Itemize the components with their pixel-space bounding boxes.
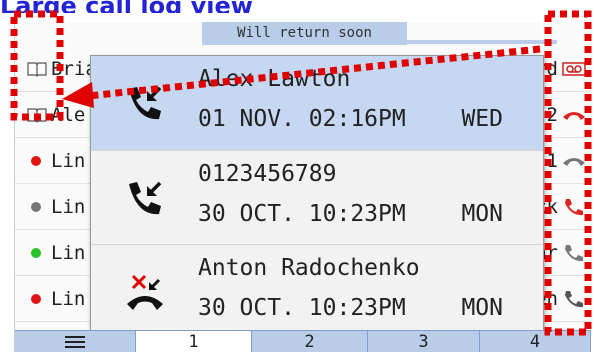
tab-3[interactable]: 3 [368, 331, 480, 352]
phone-hangup-icon [563, 158, 585, 166]
status-strip [407, 40, 557, 44]
tab-bar: 1 2 3 4 [15, 330, 591, 352]
line-label: Lin [51, 242, 86, 264]
phone-hangup-icon [563, 112, 585, 120]
call-log-entry[interactable]: 0123456789 30 OCT. 10:23PM MON [91, 150, 543, 245]
menu-icon [65, 336, 85, 348]
tab-menu[interactable] [15, 331, 136, 352]
book-icon [27, 62, 47, 77]
status-banner: Will return soon [202, 22, 407, 45]
status-dot [31, 156, 41, 166]
line-label: Lin [51, 150, 86, 172]
book-icon [27, 108, 47, 123]
call-log-popup: Alex Lawton 01 NOV. 02:16PM WED 01234567… [90, 55, 544, 339]
tab-2[interactable]: 2 [252, 331, 368, 352]
voicemail-icon [562, 62, 586, 76]
phone-icon [565, 291, 583, 308]
line-label: Lin [51, 196, 86, 218]
call-log-entry[interactable]: Alex Lawton 01 NOV. 02:16PM WED [91, 56, 543, 150]
phone-screen: Will return soon Brian Cook Record [14, 22, 591, 352]
call-day: MON [461, 295, 503, 321]
missed-call-icon [127, 274, 163, 310]
line-label: Ale [51, 104, 86, 126]
status-dot [31, 202, 41, 212]
caller-name: 0123456789 [198, 161, 337, 187]
incoming-call-icon [129, 86, 162, 120]
status-dot [31, 248, 41, 258]
phone-icon [565, 199, 583, 216]
tab-1[interactable]: 1 [136, 331, 252, 352]
line-label: Lin [51, 288, 86, 310]
tab-4[interactable]: 4 [480, 331, 591, 352]
call-date: 01 NOV. 02:16PM [198, 106, 406, 132]
status-dot [31, 294, 41, 304]
phone-icon [565, 245, 583, 262]
call-log-entry[interactable]: Anton Radochenko 30 OCT. 10:23PM MON [91, 244, 543, 339]
incoming-call-icon [129, 181, 162, 215]
call-day: WED [461, 106, 503, 132]
call-date: 30 OCT. 10:23PM [198, 295, 406, 321]
call-date: 30 OCT. 10:23PM [198, 201, 406, 227]
caller-name: Alex Lawton [198, 66, 351, 92]
caller-name: Anton Radochenko [198, 255, 420, 281]
call-day: MON [461, 201, 503, 227]
page-heading: Large call log view [0, 0, 253, 13]
